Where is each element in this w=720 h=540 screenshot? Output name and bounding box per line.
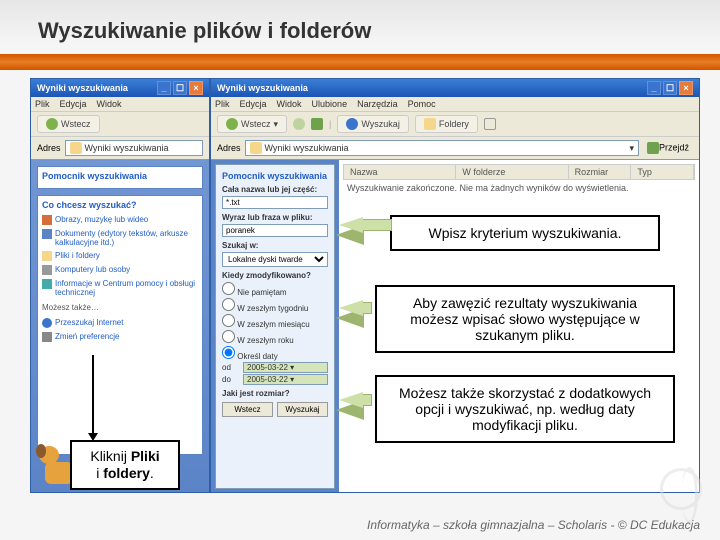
date-from-label: od — [222, 363, 240, 372]
status-text: Wyszukiwanie zakończone. Nie ma żadnych … — [343, 180, 695, 196]
col-type[interactable]: Typ — [631, 165, 694, 179]
toolbar-b: Wstecz ▾ | Wyszukaj Foldery — [211, 112, 699, 137]
titlebar-b[interactable]: Wyniki wyszukiwania _ ☐ × — [211, 79, 699, 97]
col-folder[interactable]: W folderze — [456, 165, 568, 179]
max-button[interactable]: ☐ — [663, 81, 677, 95]
menu-widok[interactable]: Widok — [277, 99, 302, 109]
min-button[interactable]: _ — [647, 81, 661, 95]
callout-click: Kliknij Pliki i foldery. — [70, 440, 180, 490]
footer-left: Informatyka – szkoła gimnazjalna – Schol… — [367, 518, 607, 532]
address-label-a: Adres — [37, 143, 61, 153]
name-label: Cała nazwa lub jej część: — [222, 185, 328, 194]
search-back-button[interactable]: Wstecz — [222, 402, 273, 417]
address-field-b[interactable]: Wyniki wyszukiwania▾ — [245, 140, 639, 156]
up-icon[interactable] — [311, 118, 323, 130]
mod-opt-dates[interactable]: Określ daty — [222, 346, 328, 361]
mod-opt-unknown[interactable]: Nie pamiętam — [222, 282, 328, 297]
menu-ulubione[interactable]: Ulubione — [312, 99, 348, 109]
modified-label: Kiedy zmodyfikowano? — [222, 271, 328, 280]
arrow-options — [336, 400, 364, 420]
accent-bar — [0, 54, 720, 70]
phrase-input[interactable] — [222, 224, 328, 237]
go-button[interactable]: Przejdź — [643, 141, 693, 155]
opt-help[interactable]: Informacje w Centrum pomocy i obsługi te… — [42, 277, 198, 299]
callout-click-pre: Kliknij — [90, 448, 130, 464]
menu-plik[interactable]: Plik — [35, 99, 50, 109]
size-label: Jaki jest rozmiar? — [222, 389, 328, 398]
phrase-label: Wyraz lub fraza w pliku: — [222, 213, 328, 222]
date-to-input[interactable]: 2005-03-22 ▾ — [243, 374, 328, 385]
search-panel: Pomocnik wyszukiwania Cała nazwa lub jej… — [215, 164, 335, 489]
col-size[interactable]: Rozmiar — [569, 165, 632, 179]
address-a: Adres Wyniki wyszukiwania — [31, 137, 209, 160]
title-b: Wyniki wyszukiwania — [217, 83, 308, 93]
date-from-input[interactable]: 2005-03-22 ▾ — [243, 362, 328, 373]
menu-narzedzia[interactable]: Narzędzia — [357, 99, 398, 109]
arrow-click — [92, 355, 94, 435]
lookin-label: Szukaj w: — [222, 241, 328, 250]
back-button-a[interactable]: Wstecz — [37, 115, 100, 133]
callout-criteria: Wpisz kryterium wyszukiwania. — [390, 215, 660, 251]
search-toolbar-button[interactable]: Wyszukaj — [337, 115, 408, 133]
min-button[interactable]: _ — [157, 81, 171, 95]
lookin-select[interactable]: Lokalne dyski twarde — [222, 252, 328, 267]
opt-media[interactable]: Obrazy, muzykę lub wideo — [42, 213, 198, 227]
slide-title: Wyszukiwanie plików i folderów — [38, 18, 371, 44]
footer: Informatyka – szkoła gimnazjalna – Schol… — [367, 518, 700, 532]
max-button[interactable]: ☐ — [173, 81, 187, 95]
menu-widok[interactable]: Widok — [97, 99, 122, 109]
titlebar-a[interactable]: Wyniki wyszukiwania _ ☐ × — [31, 79, 209, 97]
opt-internet[interactable]: Przeszukaj Internet — [42, 316, 198, 330]
mod-opt-week[interactable]: W zeszłym tygodniu — [222, 298, 328, 313]
menu-pomoc[interactable]: Pomoc — [408, 99, 436, 109]
callout-narrow: Aby zawęzić rezultaty wyszukiwania możes… — [375, 285, 675, 353]
close-button[interactable]: × — [189, 81, 203, 95]
address-b: Adres Wyniki wyszukiwania▾ Przejdź — [211, 137, 699, 160]
watermark-icon — [660, 468, 702, 510]
footer-right: - © DC Edukacja — [610, 518, 700, 532]
arrow-criteria — [336, 225, 364, 245]
search-companion-a: Pomocnik wyszukiwania — [37, 166, 203, 189]
menu-edycja[interactable]: Edycja — [60, 99, 87, 109]
opt-computers[interactable]: Komputery lub osoby — [42, 263, 198, 277]
companion-header-b: Pomocnik wyszukiwania — [222, 171, 328, 181]
mod-opt-month[interactable]: W zeszłym miesiącu — [222, 314, 328, 329]
back-button-b[interactable]: Wstecz ▾ — [217, 115, 287, 133]
col-name[interactable]: Nazwa — [344, 165, 456, 179]
mod-opt-year[interactable]: W zeszłym roku — [222, 330, 328, 345]
address-label-b: Adres — [217, 143, 241, 153]
what-search: Co chcesz wyszukać? — [42, 200, 198, 210]
views-icon[interactable] — [484, 118, 496, 130]
toolbar-a: Wstecz — [31, 112, 209, 137]
opt-documents[interactable]: Dokumenty (edytory tekstów, arkusze kalk… — [42, 227, 198, 249]
title-a: Wyniki wyszukiwania — [37, 83, 128, 93]
filename-input[interactable] — [222, 196, 328, 209]
callout-click-b1: Pliki — [131, 448, 160, 464]
column-headers[interactable]: Nazwa W folderze Rozmiar Typ — [343, 164, 695, 180]
folders-toolbar-button[interactable]: Foldery — [415, 115, 478, 133]
opt-files-folders[interactable]: Pliki i foldery — [42, 249, 198, 263]
search-options-a: Co chcesz wyszukać? Obrazy, muzykę lub w… — [37, 195, 203, 455]
menu-a[interactable]: Plik Edycja Widok — [31, 97, 209, 112]
callout-options: Możesz także skorzystać z dodatkowych op… — [375, 375, 675, 443]
date-to-label: do — [222, 375, 240, 384]
callout-click-b2: foldery — [103, 465, 150, 481]
companion-header: Pomocnik wyszukiwania — [42, 171, 198, 181]
forward-icon[interactable] — [293, 118, 305, 130]
menu-plik[interactable]: Plik — [215, 99, 230, 109]
menu-b[interactable]: Plik Edycja Widok Ulubione Narzędzia Pom… — [211, 97, 699, 112]
also-label: Możesz także… — [42, 303, 198, 312]
menu-edycja[interactable]: Edycja — [240, 99, 267, 109]
callout-click-suf: . — [150, 465, 154, 481]
opt-prefs[interactable]: Zmień preferencje — [42, 330, 198, 344]
address-field-a[interactable]: Wyniki wyszukiwania — [65, 140, 203, 156]
arrow-narrow — [336, 308, 364, 328]
close-button[interactable]: × — [679, 81, 693, 95]
search-run-button[interactable]: Wyszukaj — [277, 402, 328, 417]
window-results-a: Wyniki wyszukiwania _ ☐ × Plik Edycja Wi… — [30, 78, 210, 493]
